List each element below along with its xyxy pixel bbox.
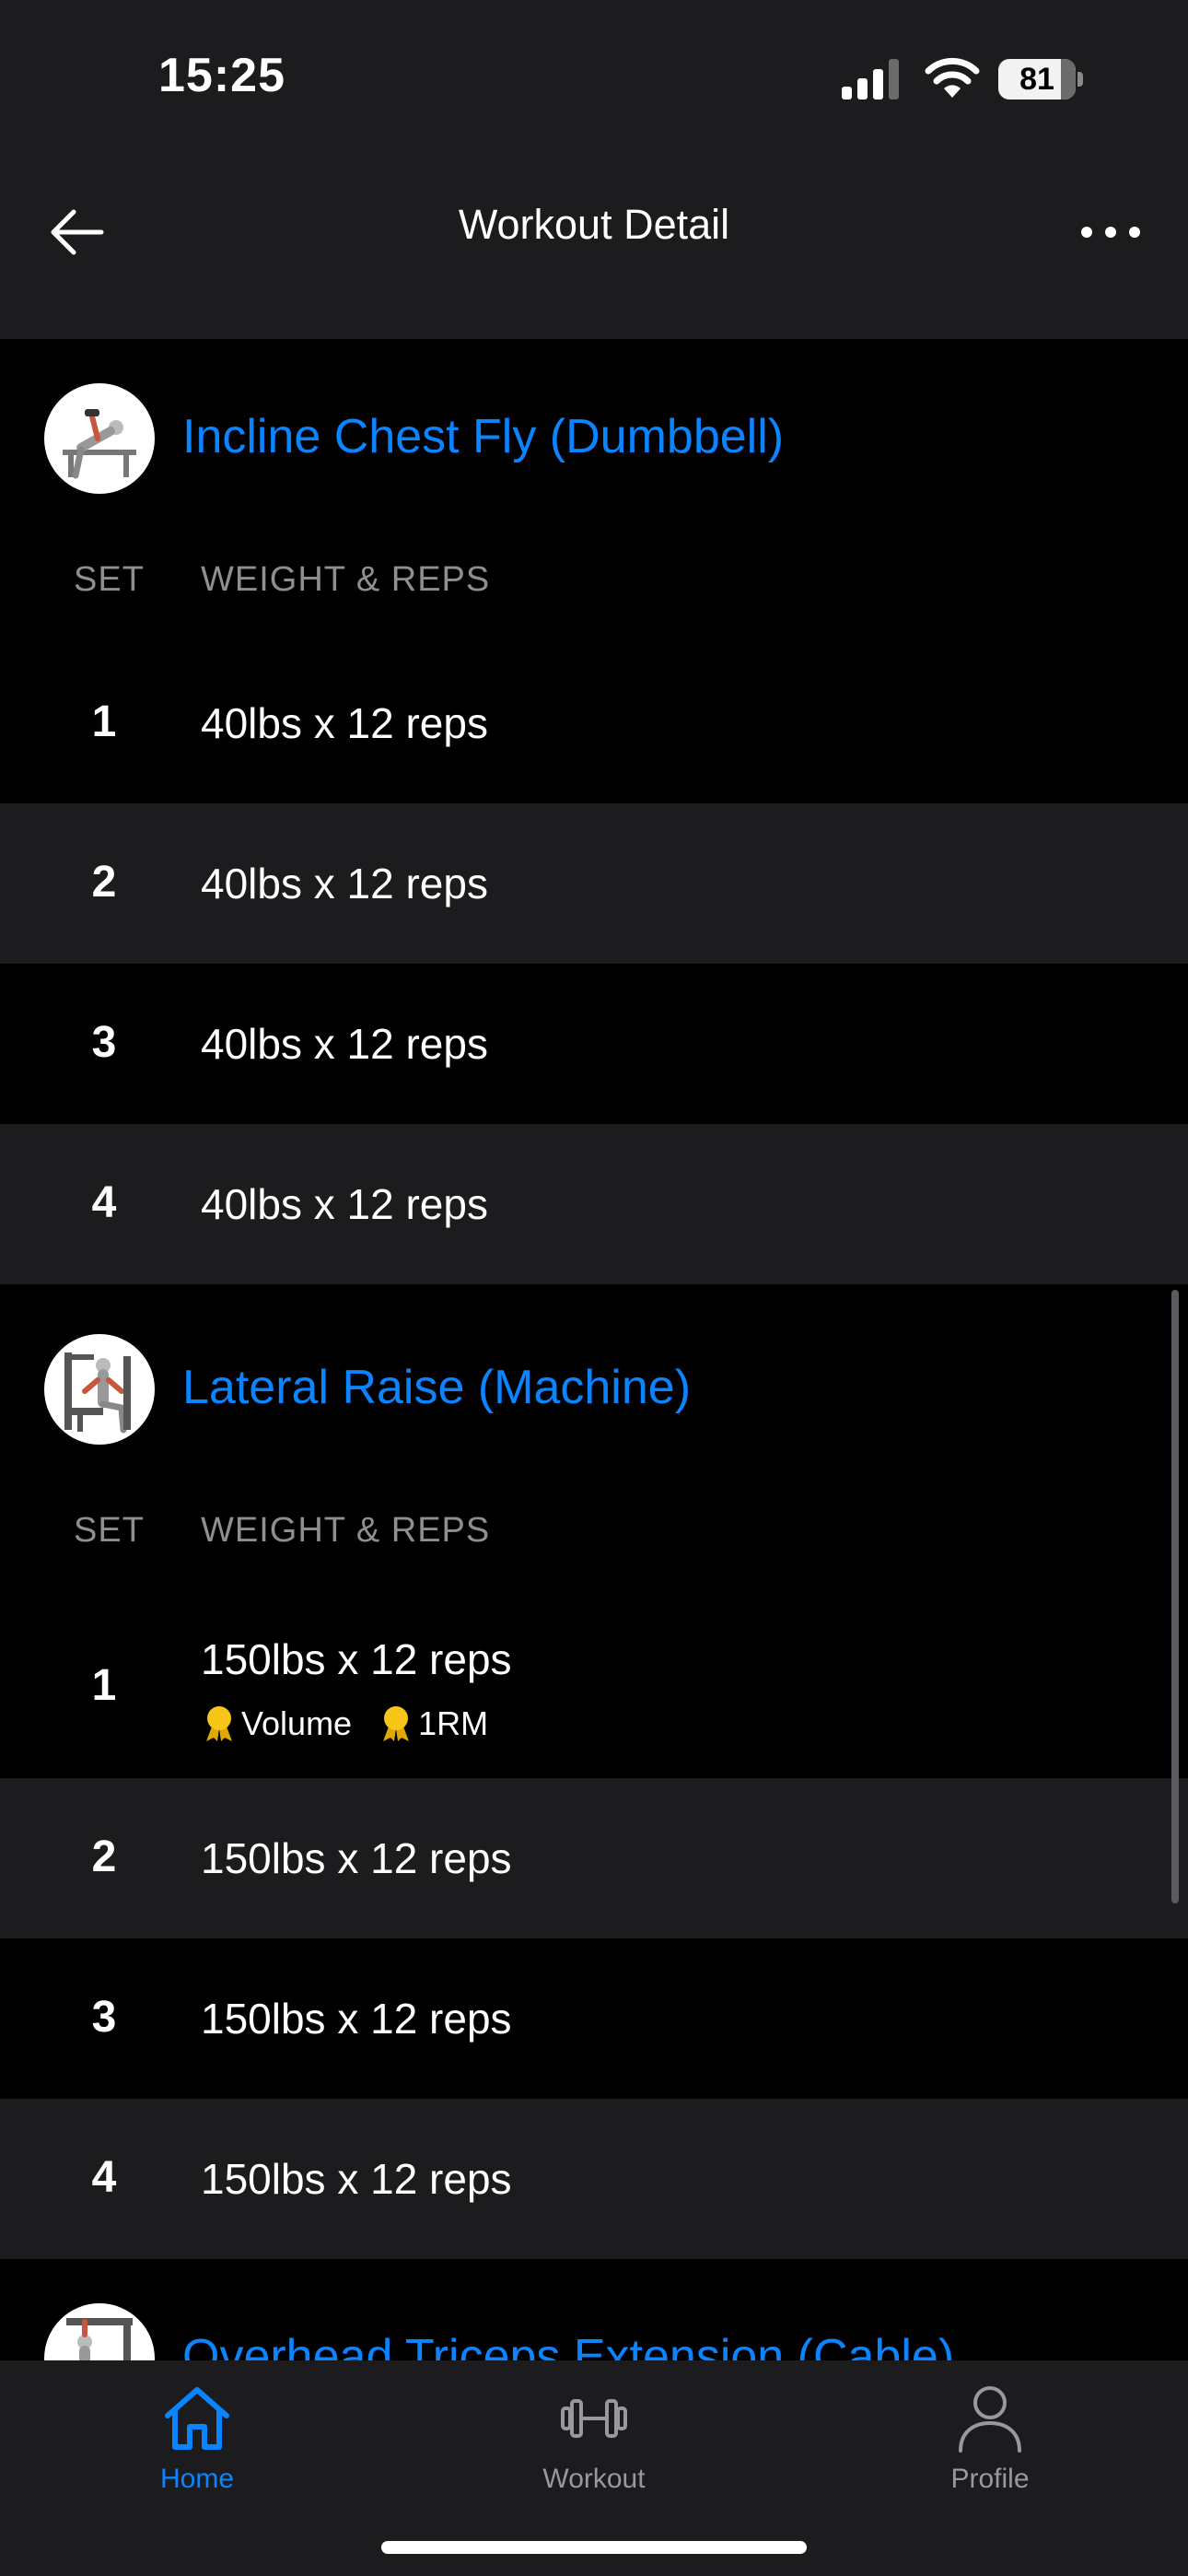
navigation-bar: Workout Detail [0, 147, 1188, 339]
personal-record-badges: Volume 1RM [201, 1704, 514, 1743]
set-weight-reps: 150lbs x 12 reps [201, 2155, 512, 2203]
cellular-signal-icon [842, 59, 899, 100]
set-column-label: SET [74, 560, 145, 599]
set-number: 1 [91, 1661, 117, 1710]
set-number: 2 [91, 858, 117, 907]
weight-reps-column-label: WEIGHT & REPS [201, 1511, 491, 1550]
set-number: 2 [91, 1832, 117, 1881]
set-row: 1 150lbs x 12 reps Volume 1RM [0, 1594, 1188, 1778]
tab-label: Profile [950, 2464, 1030, 2494]
set-weight-reps: 150lbs x 12 reps [201, 1834, 512, 1882]
set-weight-reps: 40lbs x 12 reps [201, 860, 488, 907]
exercise-header[interactable]: Incline Chest Fly (Dumbbell) [0, 339, 1188, 523]
page-title: Workout Detail [458, 201, 730, 248]
set-weight-reps: 40lbs x 12 reps [201, 1180, 488, 1228]
column-header: SET WEIGHT & REPS [0, 1474, 1188, 1594]
set-row: 4 150lbs x 12 reps [0, 2099, 1188, 2259]
exercise-name[interactable]: Lateral Raise (Machine) [182, 1360, 691, 1415]
person-icon [959, 2386, 1021, 2453]
set-weight-reps: 150lbs x 12 reps [201, 1995, 512, 2043]
tab-profile[interactable]: Profile [879, 2379, 1101, 2526]
dumbbell-icon [561, 2399, 627, 2438]
exercise-thumbnail [44, 383, 155, 494]
tab-label: Workout [542, 2464, 646, 2494]
record-badge-label: Volume [241, 1704, 353, 1742]
exercise-name[interactable]: Overhead Triceps Extension (Cable) [182, 2329, 954, 2360]
set-weight-reps: 40lbs x 12 reps [201, 699, 488, 747]
record-badge: Volume [201, 1704, 352, 1743]
set-row: 3 40lbs x 12 reps [0, 964, 1188, 1124]
set-row: 1 40lbs x 12 reps [0, 643, 1188, 803]
tab-home[interactable]: Home [87, 2379, 308, 2526]
set-number: 3 [91, 1018, 117, 1067]
exercise-header[interactable]: Lateral Raise (Machine) [0, 1290, 1188, 1474]
exercise-name[interactable]: Incline Chest Fly (Dumbbell) [182, 409, 784, 464]
set-row: 2 150lbs x 12 reps [0, 1778, 1188, 1938]
workout-exercise-list[interactable]: Incline Chest Fly (Dumbbell) SET WEIGHT … [0, 339, 1188, 2360]
weight-reps-column-label: WEIGHT & REPS [201, 560, 491, 599]
record-badge-label: 1RM [418, 1704, 489, 1742]
set-number: 4 [91, 2153, 117, 2202]
medal-icon [206, 1706, 232, 1741]
scrollbar[interactable] [1171, 1290, 1179, 1903]
home-indicator[interactable] [381, 2541, 807, 2554]
set-weight-reps: 150lbs x 12 reps [201, 1635, 512, 1683]
record-badge: 1RM [378, 1704, 488, 1743]
set-column-label: SET [74, 1511, 145, 1550]
tab-label: Home [159, 2464, 235, 2494]
set-row: 4 40lbs x 12 reps [0, 1124, 1188, 1284]
status-time: 15:25 [158, 49, 285, 102]
set-row: 2 40lbs x 12 reps [0, 803, 1188, 964]
exercise-thumbnail [44, 1334, 155, 1445]
status-bar: 15:25 81 [0, 0, 1188, 147]
set-weight-reps: 40lbs x 12 reps [201, 1020, 488, 1068]
battery-indicator: 81 [998, 59, 1083, 100]
battery-percentage: 81 [1019, 62, 1054, 97]
column-header: SET WEIGHT & REPS [0, 523, 1188, 643]
set-row: 3 150lbs x 12 reps [0, 1938, 1188, 2099]
medal-icon [383, 1706, 410, 1741]
exercise-header[interactable]: Overhead Triceps Extension (Cable) [0, 2259, 1188, 2360]
set-number: 3 [91, 1993, 117, 2042]
home-icon [165, 2387, 229, 2450]
set-number: 1 [91, 697, 117, 746]
exercise-thumbnail [44, 2303, 155, 2360]
ellipsis-icon[interactable] [1076, 205, 1146, 260]
set-number: 4 [91, 1178, 117, 1227]
tab-workout[interactable]: Workout [483, 2379, 705, 2526]
wifi-icon [925, 57, 980, 98]
